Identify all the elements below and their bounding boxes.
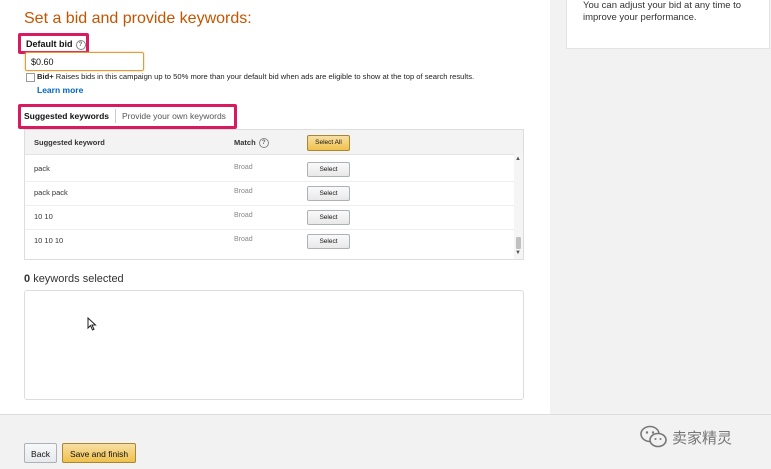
watermark-text: 卖家精灵 — [672, 429, 733, 447]
default-bid-label: Default bid? — [26, 39, 86, 50]
help-icon[interactable]: ? — [75, 39, 86, 50]
match-cell: Broad — [234, 188, 253, 195]
table-row: 10 10 Broad Select — [25, 205, 515, 230]
selected-count-number: 0 — [24, 273, 31, 285]
table-row: 10 10 10 Broad Select — [25, 229, 515, 253]
tab-divider — [115, 109, 116, 123]
suggested-keywords-table: Suggested keyword Match? Select All pack… — [24, 129, 524, 260]
keyword-cell: 10 10 — [34, 212, 53, 221]
bid-plus-description: Raises bids in this campaign up to 50% m… — [55, 72, 475, 81]
selected-keywords-box — [24, 290, 524, 400]
back-button[interactable]: Back — [24, 443, 57, 463]
select-all-button[interactable]: Select All — [307, 135, 350, 151]
match-cell: Broad — [234, 212, 253, 219]
mouse-cursor-icon — [87, 317, 97, 331]
keywords-selected-count: 0 keywords selected — [24, 273, 124, 285]
watermark: 卖家精灵 — [640, 422, 765, 452]
col-match: Match? — [234, 138, 269, 149]
wechat-icon — [640, 425, 667, 448]
scroll-up-icon[interactable]: ▲ — [515, 156, 521, 162]
table-scrollbar[interactable]: ▲ ▼ — [514, 154, 523, 259]
bid-plus-text: Bid+ Raises bids in this campaign up to … — [37, 72, 474, 81]
col-match-text: Match — [234, 138, 256, 147]
save-and-finish-button[interactable]: Save and finish — [62, 443, 136, 463]
tab-suggested-keywords[interactable]: Suggested keywords — [24, 111, 109, 121]
footer-divider — [0, 414, 771, 415]
tab-own-keywords[interactable]: Provide your own keywords — [122, 111, 226, 121]
default-bid-input[interactable] — [25, 52, 144, 71]
keyword-cell: 10 10 10 — [34, 236, 64, 245]
learn-more-link[interactable]: Learn more — [37, 85, 83, 95]
select-button[interactable]: Select — [307, 234, 350, 249]
keyword-cell: pack pack — [34, 188, 68, 197]
selected-count-label: keywords selected — [33, 273, 124, 285]
table-row: pack Broad Select — [25, 157, 515, 182]
section-title: Set a bid and provide keywords: — [24, 10, 252, 27]
default-bid-label-text: Default bid — [26, 39, 73, 49]
bid-plus-checkbox[interactable] — [26, 73, 35, 82]
scroll-thumb[interactable] — [516, 237, 521, 249]
select-button[interactable]: Select — [307, 162, 350, 177]
match-cell: Broad — [234, 236, 253, 243]
table-row: pack pack Broad Select — [25, 181, 515, 206]
match-cell: Broad — [234, 164, 253, 171]
help-icon[interactable]: ? — [258, 138, 269, 149]
select-button[interactable]: Select — [307, 186, 350, 201]
side-tip-panel: You can adjust your bid at any time to i… — [566, 0, 770, 49]
col-suggested-keyword: Suggested keyword — [34, 138, 105, 147]
scroll-down-icon[interactable]: ▼ — [515, 250, 521, 256]
select-button[interactable]: Select — [307, 210, 350, 225]
table-header: Suggested keyword Match? Select All — [25, 130, 523, 155]
side-tip-text: You can adjust your bid at any time to i… — [583, 0, 742, 23]
keyword-cell: pack — [34, 164, 50, 173]
bid-plus-label: Bid+ — [37, 72, 54, 81]
